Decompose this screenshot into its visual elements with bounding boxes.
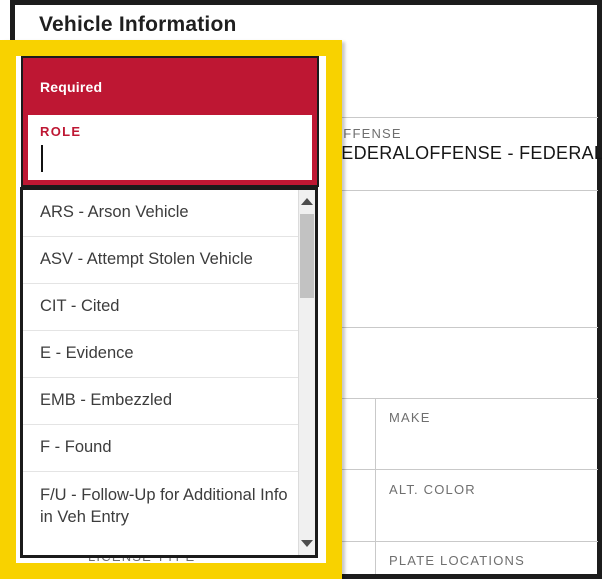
required-badge: Required — [23, 58, 317, 115]
make-label: MAKE — [389, 410, 431, 425]
role-options-popup: ARS - Arson Vehicle ASV - Attempt Stolen … — [20, 187, 318, 558]
role-option[interactable]: ARS - Arson Vehicle — [23, 190, 298, 237]
role-option[interactable]: F - Found — [23, 425, 298, 472]
role-option[interactable]: CIT - Cited — [23, 284, 298, 331]
alt-color-field[interactable]: ALT. COLOR — [376, 469, 597, 541]
scroll-up-icon[interactable] — [301, 198, 313, 205]
role-option[interactable]: F/U - Follow-Up for Additional Info in V… — [23, 472, 298, 542]
scrollbar-thumb[interactable] — [300, 214, 314, 298]
alt-color-label: ALT. COLOR — [389, 482, 476, 497]
offense-label: OFFENSE — [332, 126, 402, 141]
plate-locations-label: PLATE LOCATIONS — [389, 553, 525, 568]
role-option[interactable]: EMB - Embezzled — [23, 378, 298, 425]
offense-value: FEDERALOFFENSE - FEDERAL — [330, 143, 602, 163]
scroll-down-icon[interactable] — [301, 540, 313, 547]
divider — [330, 190, 598, 191]
role-input[interactable]: ROLE — [23, 115, 317, 185]
role-options-list: ARS - Arson Vehicle ASV - Attempt Stolen … — [23, 190, 298, 555]
divider — [330, 117, 598, 118]
role-option[interactable]: ASV - Attempt Stolen Vehicle — [23, 237, 298, 284]
role-option[interactable]: E - Evidence — [23, 331, 298, 378]
make-field[interactable]: MAKE — [376, 398, 597, 469]
role-combobox: Required ROLE — [23, 58, 317, 185]
text-cursor — [41, 145, 43, 172]
scrollbar[interactable] — [298, 190, 315, 555]
divider — [330, 327, 598, 328]
plate-locations-field[interactable]: PLATE LOCATIONS — [376, 541, 597, 574]
page-title: Vehicle Information — [39, 13, 237, 36]
required-badge-text: Required — [40, 78, 103, 95]
role-input-label: ROLE — [40, 124, 82, 139]
